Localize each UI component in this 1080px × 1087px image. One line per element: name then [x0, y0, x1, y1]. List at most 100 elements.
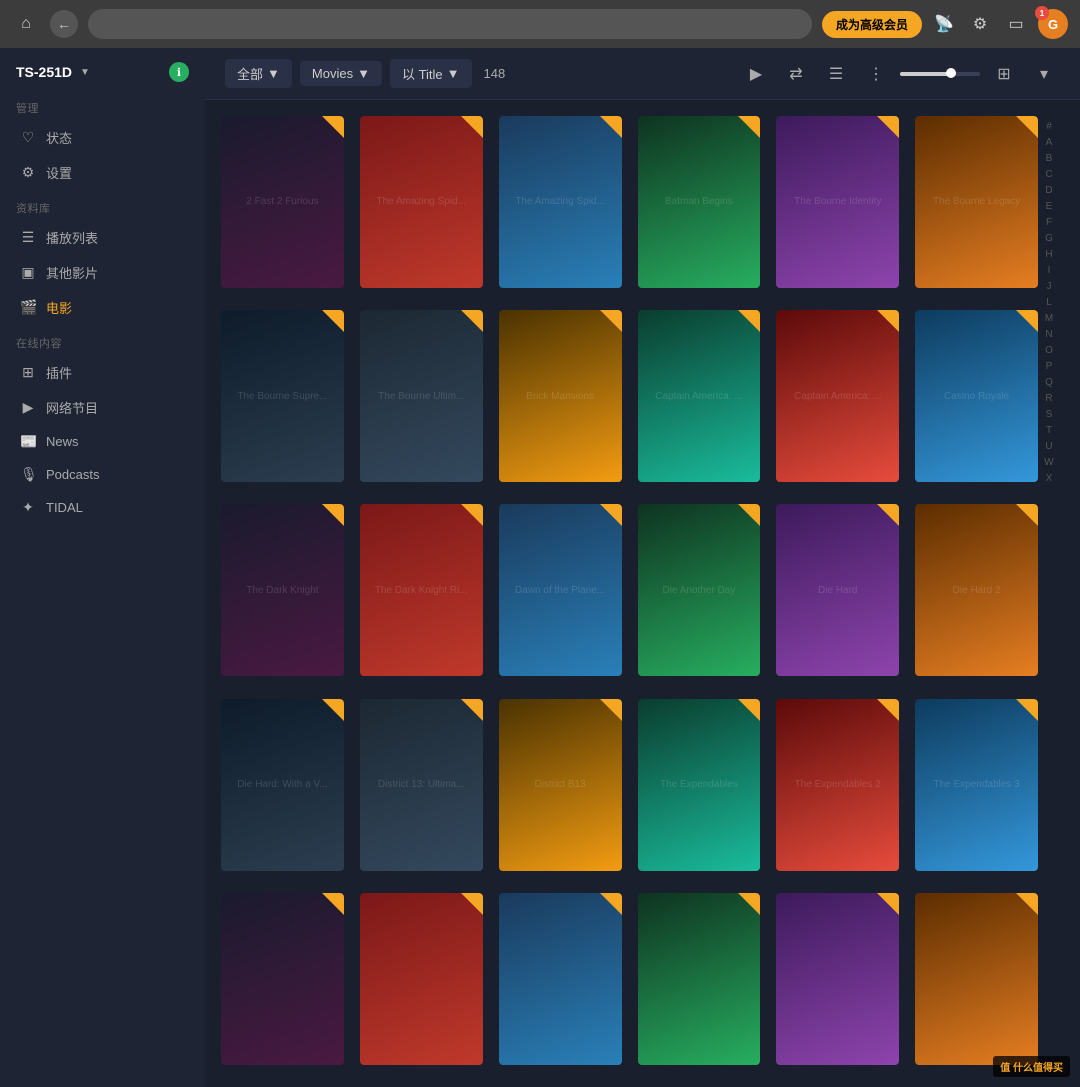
movie-card[interactable]: Captain America: ... Captain America: ..…: [638, 310, 761, 488]
shuffle-button[interactable]: ⇄: [780, 58, 812, 90]
device-name: TS-251D: [16, 64, 72, 80]
alpha-letter[interactable]: M: [1045, 312, 1053, 326]
movie-info: Batman Begins 2005: [638, 288, 761, 294]
movie-card[interactable]: Casino Royale Casino Royale 2006: [915, 310, 1038, 488]
alpha-letter[interactable]: R: [1045, 392, 1052, 406]
movie-card[interactable]: The Expendables The Expendables 2010: [638, 699, 761, 877]
sidebar-item-movies[interactable]: 🎬 电影: [4, 291, 201, 324]
filter-all-button[interactable]: 全部 ▼: [225, 59, 292, 88]
alpha-letter[interactable]: Q: [1045, 376, 1053, 390]
movie-card[interactable]: 2 Fast 2 Furious 2 Fast 2 Furious 2003: [221, 116, 344, 294]
more-options-button[interactable]: ⋮: [860, 58, 892, 90]
sidebar-item-settings[interactable]: ⚙ 设置: [4, 156, 201, 189]
movie-card[interactable]: Die Another Day Die Another Day 2002: [638, 504, 761, 682]
filter-title-button[interactable]: 以 Title ▼: [390, 59, 472, 88]
poster-wrapper: Dawn of the Plane...: [499, 504, 622, 676]
movie-card[interactable]: Die Hard: With a V... Die Hard: With a V…: [221, 699, 344, 877]
movie-card[interactable]: The Bourne Ultim... The Bourne Ultim... …: [360, 310, 483, 488]
other-movies-label: 其他影片: [46, 263, 98, 282]
sidebar-item-playlist[interactable]: ☰ 播放列表: [4, 221, 201, 254]
movie-card[interactable]: The Amazing Spid... The Amazing Spid... …: [360, 116, 483, 294]
alpha-letter[interactable]: H: [1045, 248, 1052, 262]
alpha-letter[interactable]: L: [1046, 296, 1052, 310]
alpha-letter[interactable]: N: [1045, 328, 1052, 342]
movie-card[interactable]: The Expendables 3 The Expendables 3 2014: [915, 699, 1038, 877]
movie-card[interactable]: District B13 District B13 2004: [499, 699, 622, 877]
movie-card[interactable]: The Bourne Identity The Bourne Identity …: [776, 116, 899, 294]
library-section-label: 资料库: [0, 190, 205, 220]
movie-card[interactable]: ... ...: [638, 893, 761, 1071]
movie-info: The Bourne Ultim... 2007: [360, 482, 483, 488]
app-container: TS-251D ▼ ℹ 管理 ♡ 状态 ⚙ 设置 资料库 ☰ 播放列表 ▣ 其他…: [0, 48, 1080, 1087]
url-bar[interactable]: [88, 9, 812, 39]
movies-grid: 2 Fast 2 Furious 2 Fast 2 Furious 2003 T…: [221, 116, 1038, 1071]
movie-card[interactable]: Die Hard Die Hard 1988: [776, 504, 899, 682]
movie-card[interactable]: The Dark Knight Ri... The Dark Knight Ri…: [360, 504, 483, 682]
movie-card[interactable]: The Amazing Spid... The Amazing Spid... …: [499, 116, 622, 294]
device-status-icon: ℹ: [169, 62, 189, 82]
movie-card[interactable]: ... ...: [915, 893, 1038, 1071]
alpha-letter[interactable]: A: [1046, 136, 1053, 150]
antenna-icon[interactable]: 📡: [930, 10, 958, 38]
movie-info: The Bourne Identity 2002: [776, 288, 899, 294]
alpha-letter[interactable]: O: [1045, 344, 1053, 358]
movie-card[interactable]: District 13: Ultima... District 13: Ulti…: [360, 699, 483, 877]
sidebar-item-plugins[interactable]: ⊞ 插件: [4, 356, 201, 389]
sidebar-item-news[interactable]: 📰 News: [4, 426, 201, 457]
alpha-letter[interactable]: P: [1046, 360, 1053, 374]
grid-container: 2 Fast 2 Furious 2 Fast 2 Furious 2003 T…: [205, 100, 1080, 1087]
user-avatar[interactable]: 1 G: [1038, 9, 1068, 39]
movie-card[interactable]: ... ...: [499, 893, 622, 1071]
settings-icon[interactable]: ⚙: [966, 10, 994, 38]
movies-label: 电影: [46, 298, 72, 317]
play-button[interactable]: ▶: [740, 58, 772, 90]
film-icon: ▣: [20, 264, 36, 281]
movie-card[interactable]: Die Hard 2 Die Hard 2 1990: [915, 504, 1038, 682]
alpha-letter[interactable]: J: [1047, 280, 1052, 294]
alpha-letter[interactable]: S: [1046, 408, 1053, 422]
view-options-button[interactable]: ▾: [1028, 58, 1060, 90]
filter-movies-button[interactable]: Movies ▼: [300, 61, 382, 86]
poster-placeholder: The Expendables 3: [915, 699, 1038, 871]
alpha-letter[interactable]: B: [1046, 152, 1053, 166]
movie-card[interactable]: The Bourne Legacy The Bourne Legacy 2012: [915, 116, 1038, 294]
movie-card[interactable]: ... ...: [221, 893, 344, 1071]
movie-card[interactable]: Dawn of the Plane... Dawn of the Plane..…: [499, 504, 622, 682]
movie-card[interactable]: Brick Mansions Brick Mansions 2014: [499, 310, 622, 488]
alpha-letter[interactable]: #: [1046, 120, 1052, 134]
back-button[interactable]: ←: [50, 10, 78, 38]
list-view-button[interactable]: ☰: [820, 58, 852, 90]
sidebar-item-other-movies[interactable]: ▣ 其他影片: [4, 256, 201, 289]
zoom-slider[interactable]: [900, 72, 980, 76]
premium-button[interactable]: 成为高级会员: [822, 11, 922, 38]
sidebar-item-tidal[interactable]: ✦ TIDAL: [4, 492, 201, 523]
alpha-letter[interactable]: D: [1045, 184, 1052, 198]
sidebar-item-state[interactable]: ♡ 状态: [4, 121, 201, 154]
alpha-letter[interactable]: G: [1045, 232, 1053, 246]
movie-card[interactable]: The Bourne Supre... The Bourne Supre... …: [221, 310, 344, 488]
cast-icon[interactable]: ▭: [1002, 10, 1030, 38]
slider-track: [900, 72, 980, 76]
movie-card[interactable]: Batman Begins Batman Begins 2005: [638, 116, 761, 294]
alpha-letter[interactable]: F: [1046, 216, 1052, 230]
alpha-letter[interactable]: T: [1046, 424, 1052, 438]
movie-card[interactable]: ... ...: [776, 893, 899, 1071]
movie-card[interactable]: ... ...: [360, 893, 483, 1071]
news-icon: 📰: [20, 433, 36, 450]
slider-thumb[interactable]: [946, 68, 956, 78]
alpha-letter[interactable]: I: [1048, 264, 1051, 278]
alpha-letter[interactable]: U: [1045, 440, 1052, 454]
home-button[interactable]: ⌂: [12, 10, 40, 38]
sidebar-item-podcasts[interactable]: 🎙 Podcasts: [4, 459, 201, 490]
movie-card[interactable]: The Expendables 2 The Expendables 2 2012: [776, 699, 899, 877]
movie-card[interactable]: The Dark Knight The Dark Knight 2008: [221, 504, 344, 682]
alpha-letter[interactable]: C: [1045, 168, 1052, 182]
alpha-letter[interactable]: E: [1046, 200, 1053, 214]
alpha-letter[interactable]: X: [1046, 472, 1053, 486]
grid-view-button[interactable]: ⊞: [988, 58, 1020, 90]
sidebar-item-tv[interactable]: ▶ 网络节目: [4, 391, 201, 424]
url-input[interactable]: [100, 17, 800, 32]
alpha-letter[interactable]: W: [1044, 456, 1053, 470]
movie-card[interactable]: Captain America: ... Captain America: ..…: [776, 310, 899, 488]
movie-info: The Expendables 2 2012: [776, 871, 899, 877]
